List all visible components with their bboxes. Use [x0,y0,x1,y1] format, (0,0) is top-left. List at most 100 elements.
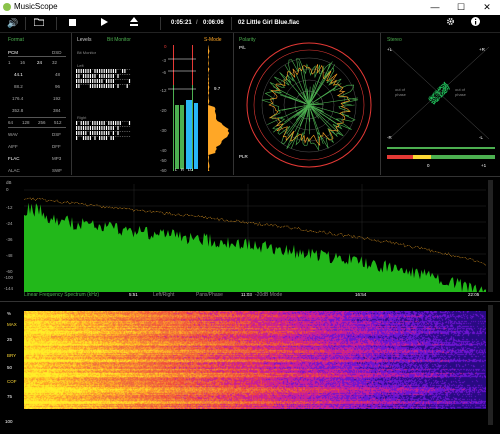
fmt-swf: SWF [52,168,62,173]
info-icon[interactable] [469,15,481,32]
rate-192: 192 [53,96,61,101]
dsd-512: 512 [54,120,62,125]
fmt-mp3: MP3 [52,156,62,161]
spectrogram [24,311,486,409]
spectro-tick: MAX [7,322,17,327]
scale-label: -30 [160,128,167,133]
divider [160,17,161,30]
y-tick: -36 [6,237,13,242]
rate-96: 96 [55,84,61,89]
y-tick: -100 [4,275,14,280]
spectro-tick: 100 [5,419,13,424]
fmt-dsf: DSF [52,132,61,137]
frequency-spectrum [24,184,486,292]
bit-24: 24 [37,60,43,65]
scale-label: 0 [164,44,167,49]
spectro-tick: 75 [7,394,13,399]
stereo-title: Stereo [387,37,402,43]
scale-label: -60 [160,168,167,173]
dsd-64: 64 [8,120,14,125]
spectrum-legend-3: Pans/Phase [196,292,223,298]
gear-icon[interactable] [444,15,456,32]
spectro-tick: 25 [7,337,13,342]
divider [8,127,66,128]
spectrum-scrollbar[interactable] [488,180,493,292]
meter-mode: S-Mode [204,37,222,43]
app-icon [3,3,11,11]
fmt-dff: DFF [52,144,61,149]
db-label: dB [6,180,12,185]
channel-r: R [181,167,184,172]
levels-mode: Bit Monitor [107,37,131,43]
x-tick: 5:51 [129,292,138,297]
x-tick: 16:54 [355,292,367,297]
time-separator: / [196,20,198,26]
scale-label: -12 [160,88,167,93]
y-tick: -48 [6,253,13,258]
level-meters [168,45,230,171]
spectro-tick: COF [7,379,17,384]
divider [25,17,26,30]
format-panel: Format PCM DSD 1 16 24 32 44.1 48 88.2 9… [0,33,70,175]
stop-icon[interactable] [66,15,78,32]
rate-384: 384 [53,108,61,113]
peak-value: 9.7 [214,86,221,91]
spectrum-legend-4: -20dB Mode [255,292,283,298]
maximize-button[interactable]: ☐ [448,0,474,15]
spectrogram-scrollbar[interactable] [488,305,493,425]
divider [231,17,232,30]
scale-label: -6 [162,70,167,75]
minimize-button[interactable]: — [422,0,448,15]
left-label: Left [77,63,84,68]
folder-icon[interactable] [32,15,46,32]
eject-icon[interactable] [128,15,140,32]
rate-48: 48 [55,72,61,77]
fmt-aiff: AIFF [8,144,18,149]
y-tick: -144 [4,286,14,291]
format-title: Format [8,37,24,43]
bit-32: 32 [52,60,58,65]
x-tick: 11:03 [241,292,252,297]
scale-label: -3 [162,58,167,63]
spectrum-legend-1: Linear Frequency Spectrum (kHz) [24,292,100,298]
divider [0,301,500,302]
track-name: 02 Little Girl Blue.flac [238,20,300,26]
rate-352: 352.8 [12,108,24,113]
bit-1: 1 [8,60,11,65]
polarity-scope [246,42,372,168]
play-icon[interactable] [98,15,110,32]
window-title: MusicScope [14,2,58,11]
volume-icon[interactable]: 🔊 [6,15,20,32]
polarity-panel: Polarity P/L PLR [234,33,379,175]
toolbar: 🔊 0:05:21 / 0:06:06 02 Little Girl Blue.… [0,15,500,33]
stereo-panel: Stereo +L +R -R -L out of phase out of p… [381,33,500,175]
fmt-wav: WAV [8,132,18,137]
close-button[interactable]: ✕ [474,0,500,15]
y-tick: -60 [6,269,13,274]
phase-correlation-meter [387,147,495,159]
rate-88: 88.2 [14,84,23,89]
rate-44: 44.1 [14,72,23,77]
time-total: 0:06:06 [203,20,224,26]
dsd-128: 128 [22,120,30,125]
divider [8,56,66,57]
divider [56,17,57,30]
divider [0,176,500,177]
levels-panel: Levels Bit Monitor Bit Monitor Left Righ… [72,33,232,175]
corr-zero: 0 [427,163,430,168]
corr-plus-one: +1 [481,163,487,168]
y-tick: 0 [6,187,9,192]
bit-16: 16 [20,60,26,65]
dsd-label: DSD [52,50,62,55]
x-tick: 22:05 [468,292,480,297]
bit-monitor-label: Bit Monitor [77,50,97,55]
spectro-tick: % [7,311,12,316]
divider [8,117,66,118]
spectro-tick: 50 [7,365,13,370]
title-bar: MusicScope — ☐ ✕ [0,0,500,15]
channel-l: L [175,167,178,172]
scale-label: -50 [160,158,167,163]
fmt-alac: ALAC [8,168,20,173]
bit-monitor-grid [76,69,131,140]
spectrum-legend-2: Left/Right [153,292,175,298]
